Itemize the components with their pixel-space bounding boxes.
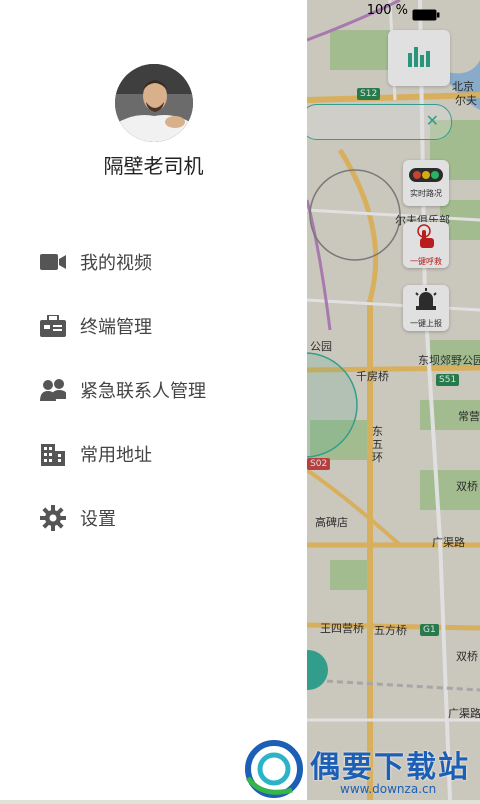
avatar-image	[115, 64, 193, 142]
navigation-drawer: 隔壁老司机 我的视频 终端管理 紧急联系人管理 常用地址 设置	[0, 0, 307, 800]
watermark-url: www.downza.cn	[340, 782, 437, 796]
gear-icon	[40, 505, 66, 531]
drawer-menu: 我的视频 终端管理 紧急联系人管理 常用地址 设置	[0, 230, 307, 550]
menu-item-terminal-management[interactable]: 终端管理	[0, 294, 307, 358]
menu-item-frequent-addresses[interactable]: 常用地址	[0, 422, 307, 486]
menu-label: 紧急联系人管理	[80, 381, 206, 402]
menu-item-settings[interactable]: 设置	[0, 486, 307, 550]
watermark-text: 偶要下载站	[310, 750, 470, 785]
terminal-device-icon	[40, 313, 66, 339]
video-camera-icon	[40, 249, 66, 275]
contacts-icon	[40, 377, 66, 403]
username: 隔壁老司机	[103, 154, 204, 178]
avatar[interactable]	[115, 64, 193, 142]
menu-label: 设置	[80, 509, 116, 530]
watermark-logo-icon	[242, 738, 306, 804]
building-icon	[40, 441, 66, 467]
menu-item-my-videos[interactable]: 我的视频	[0, 230, 307, 294]
menu-label: 终端管理	[80, 317, 152, 338]
menu-item-emergency-contacts[interactable]: 紧急联系人管理	[0, 358, 307, 422]
menu-label: 我的视频	[80, 253, 152, 274]
menu-label: 常用地址	[80, 445, 152, 466]
